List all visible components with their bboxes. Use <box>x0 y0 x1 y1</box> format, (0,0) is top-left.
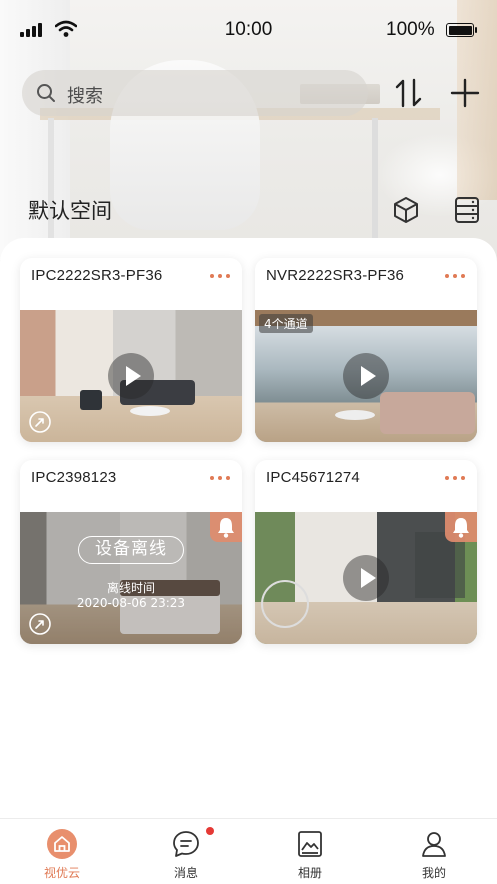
device-card[interactable]: IPC45671274 <box>255 460 477 644</box>
tab-home[interactable]: 视优云 <box>0 819 124 884</box>
more-icon[interactable] <box>445 272 467 280</box>
play-icon[interactable] <box>343 555 389 601</box>
tab-label: 相册 <box>297 866 322 880</box>
bottom-tab-bar: 视优云 消息 相册 我的 <box>0 818 497 884</box>
device-list: IPC2222SR3-PF36 NVR2222SR3-PF36 4个通道 IPC… <box>0 238 497 818</box>
status-bar: 10:00 100% <box>0 0 497 60</box>
more-icon[interactable] <box>210 272 232 280</box>
profile-icon <box>422 832 446 857</box>
offline-time-label: 离线时间 <box>106 581 155 595</box>
more-icon[interactable] <box>210 474 232 482</box>
tab-label: 我的 <box>421 866 446 880</box>
device-thumbnail[interactable] <box>20 310 242 442</box>
battery-icon <box>446 23 477 37</box>
play-icon[interactable] <box>108 353 154 399</box>
device-name: IPC2222SR3-PF36 <box>31 267 163 284</box>
album-icon <box>298 831 322 857</box>
device-card[interactable]: IPC2398123 设备离线 离线时间 2020-08-06 23:23 <box>20 460 242 644</box>
search-icon <box>37 84 55 102</box>
space-title[interactable]: 默认空间 <box>28 195 112 225</box>
bell-icon[interactable] <box>445 512 477 542</box>
tab-label: 视优云 <box>43 866 80 880</box>
share-icon[interactable] <box>28 410 52 434</box>
more-icon[interactable] <box>445 474 467 482</box>
tab-album[interactable]: 相册 <box>248 819 372 884</box>
share-icon[interactable] <box>28 612 52 636</box>
unread-badge <box>206 827 214 835</box>
play-icon[interactable] <box>343 353 389 399</box>
device-name: IPC2398123 <box>31 469 117 486</box>
device-thumbnail[interactable]: 设备离线 离线时间 2020-08-06 23:23 <box>20 512 242 644</box>
bell-icon[interactable] <box>210 512 242 542</box>
battery-percent: 100% <box>386 19 435 40</box>
offline-time: 2020-08-06 23:23 <box>76 596 186 610</box>
search-placeholder: 搜索 <box>67 86 103 107</box>
tab-profile[interactable]: 我的 <box>372 819 496 884</box>
device-name: NVR2222SR3-PF36 <box>266 267 405 284</box>
tab-label: 消息 <box>173 866 198 880</box>
sort-icon[interactable] <box>392 75 426 111</box>
offline-status: 设备离线 <box>78 536 184 564</box>
list-view-icon[interactable] <box>452 195 482 225</box>
device-thumbnail[interactable]: 4个通道 <box>255 310 477 442</box>
cube-icon[interactable] <box>391 195 421 225</box>
message-icon <box>173 831 199 857</box>
device-name: IPC45671274 <box>266 469 360 486</box>
add-icon[interactable] <box>448 75 482 111</box>
device-card[interactable]: NVR2222SR3-PF36 4个通道 <box>255 258 477 442</box>
device-thumbnail[interactable] <box>255 512 477 644</box>
tab-messages[interactable]: 消息 <box>124 819 248 884</box>
search-bar[interactable]: 搜索 <box>22 70 368 116</box>
channel-count-badge: 4个通道 <box>259 314 313 333</box>
device-card[interactable]: IPC2222SR3-PF36 <box>20 258 242 442</box>
home-icon <box>47 829 77 859</box>
